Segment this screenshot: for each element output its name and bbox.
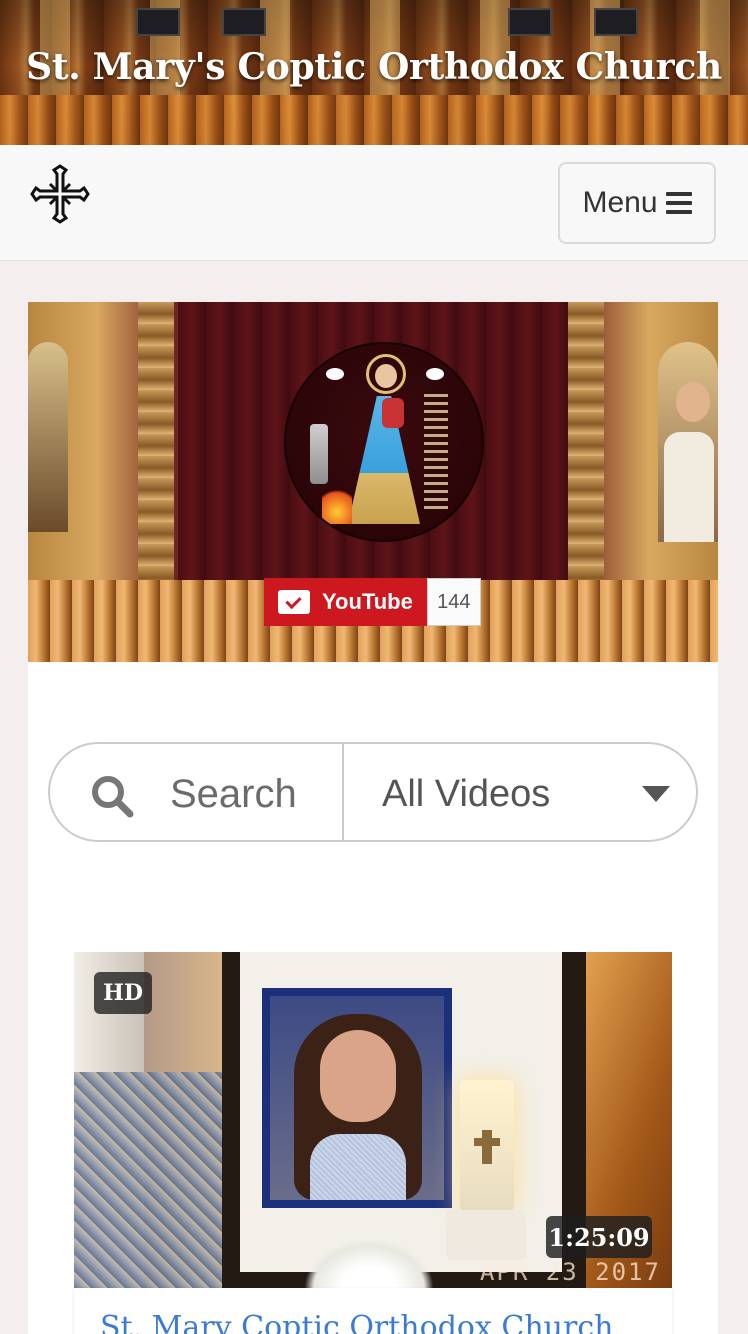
youtube-subscribe[interactable]: YouTube 144	[264, 578, 481, 626]
duration-badge: 1:25:09	[546, 1216, 652, 1258]
caret-down-icon	[642, 786, 670, 802]
banner-screen	[594, 8, 638, 36]
header-banner: St. Mary's Coptic Orthodox Church	[0, 0, 748, 145]
menu-button[interactable]: Menu	[558, 162, 716, 244]
video-meta: St. Mary Coptic Orthodox Church	[74, 1288, 672, 1334]
banner-screen	[222, 8, 266, 36]
video-filter-select[interactable]: All Videos	[344, 744, 696, 840]
site-title[interactable]: St. Mary's Coptic Orthodox Church	[0, 46, 748, 88]
check-icon	[278, 590, 310, 614]
video-title-link[interactable]: St. Mary Coptic Orthodox Church	[100, 1310, 613, 1334]
icon-painting	[658, 342, 718, 542]
menu-label: Menu	[582, 186, 658, 219]
coptic-cross-icon[interactable]	[30, 164, 90, 224]
banner-screen	[508, 8, 552, 36]
banner-screen	[136, 8, 180, 36]
video-filter-value: All Videos	[382, 772, 551, 815]
thumbnail-date-stamp: APR 23 2017	[480, 1258, 661, 1286]
hamburger-icon	[665, 192, 692, 214]
hd-badge: HD	[94, 972, 152, 1014]
icon-painting	[28, 342, 68, 532]
banner-pews	[0, 95, 748, 145]
search-bar: All Videos	[48, 742, 698, 842]
youtube-label: YouTube	[322, 589, 413, 614]
search-icon[interactable]	[90, 774, 134, 818]
search-input[interactable]	[170, 762, 340, 826]
subscriber-count: 144	[426, 578, 481, 626]
channel-avatar[interactable]	[284, 342, 484, 542]
youtube-subscribe-button[interactable]: YouTube	[264, 578, 427, 626]
